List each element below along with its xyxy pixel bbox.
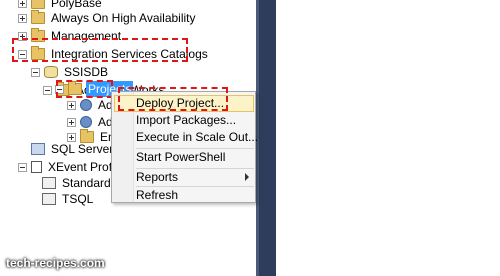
pane-splitter[interactable] [256,0,276,276]
menu-item-reports[interactable]: Reports [136,169,178,185]
session-icon [42,177,56,189]
folder-icon [68,81,82,95]
details-pane [276,0,500,276]
gear-icon [80,99,92,111]
expand-icon[interactable] [18,0,27,8]
tree-node-label: Standard [62,176,111,190]
expand-icon[interactable] [67,100,76,110]
expand-icon[interactable] [18,13,27,23]
collapse-icon[interactable] [18,49,27,59]
collapse-icon[interactable] [43,85,52,95]
tree-node-label: Always On High Availability [51,11,196,25]
folder-icon [31,0,45,9]
collapse-icon[interactable] [18,162,27,172]
folder-icon [31,10,45,24]
watermark: tech-recipes.com [6,256,105,270]
folder-icon [31,28,45,42]
menu-item-start-powershell[interactable]: Start PowerShell [136,149,225,165]
menu-item-execute-scale-out[interactable]: Execute in Scale Out... [136,129,258,145]
sql-agent-icon [31,143,45,155]
tree-node-always-on[interactable]: Always On High Availability [18,9,198,27]
tree-node-tsql[interactable]: TSQL [42,190,95,208]
expand-icon[interactable] [18,31,27,41]
tree-node-label: TSQL [62,192,94,206]
tree-node-integration-services-catalogs[interactable]: Integration Services Catalogs [18,45,210,63]
xevent-icon [31,161,42,173]
menu-item-deploy-project[interactable]: Deploy Project... [136,95,224,111]
tree-node-management[interactable]: Management [18,27,123,45]
submenu-arrow-icon [245,173,249,181]
collapse-icon[interactable] [55,84,64,94]
tree-node-label: Management [51,29,122,43]
collapse-icon[interactable] [31,67,40,77]
tree-node-ssisdb[interactable]: SSISDB [31,63,110,81]
database-icon [44,66,58,78]
tree-node-label: SSISDB [64,65,109,79]
session-icon [42,193,56,205]
gear-icon [80,116,92,128]
menu-item-import-packages[interactable]: Import Packages... [136,112,236,128]
expand-icon[interactable] [67,117,76,127]
folder-icon [31,46,45,60]
menu-item-refresh[interactable]: Refresh [136,187,178,203]
context-menu: Deploy Project... Import Packages... Exe… [111,91,258,203]
tree-node-label: Integration Services Catalogs [51,47,208,61]
